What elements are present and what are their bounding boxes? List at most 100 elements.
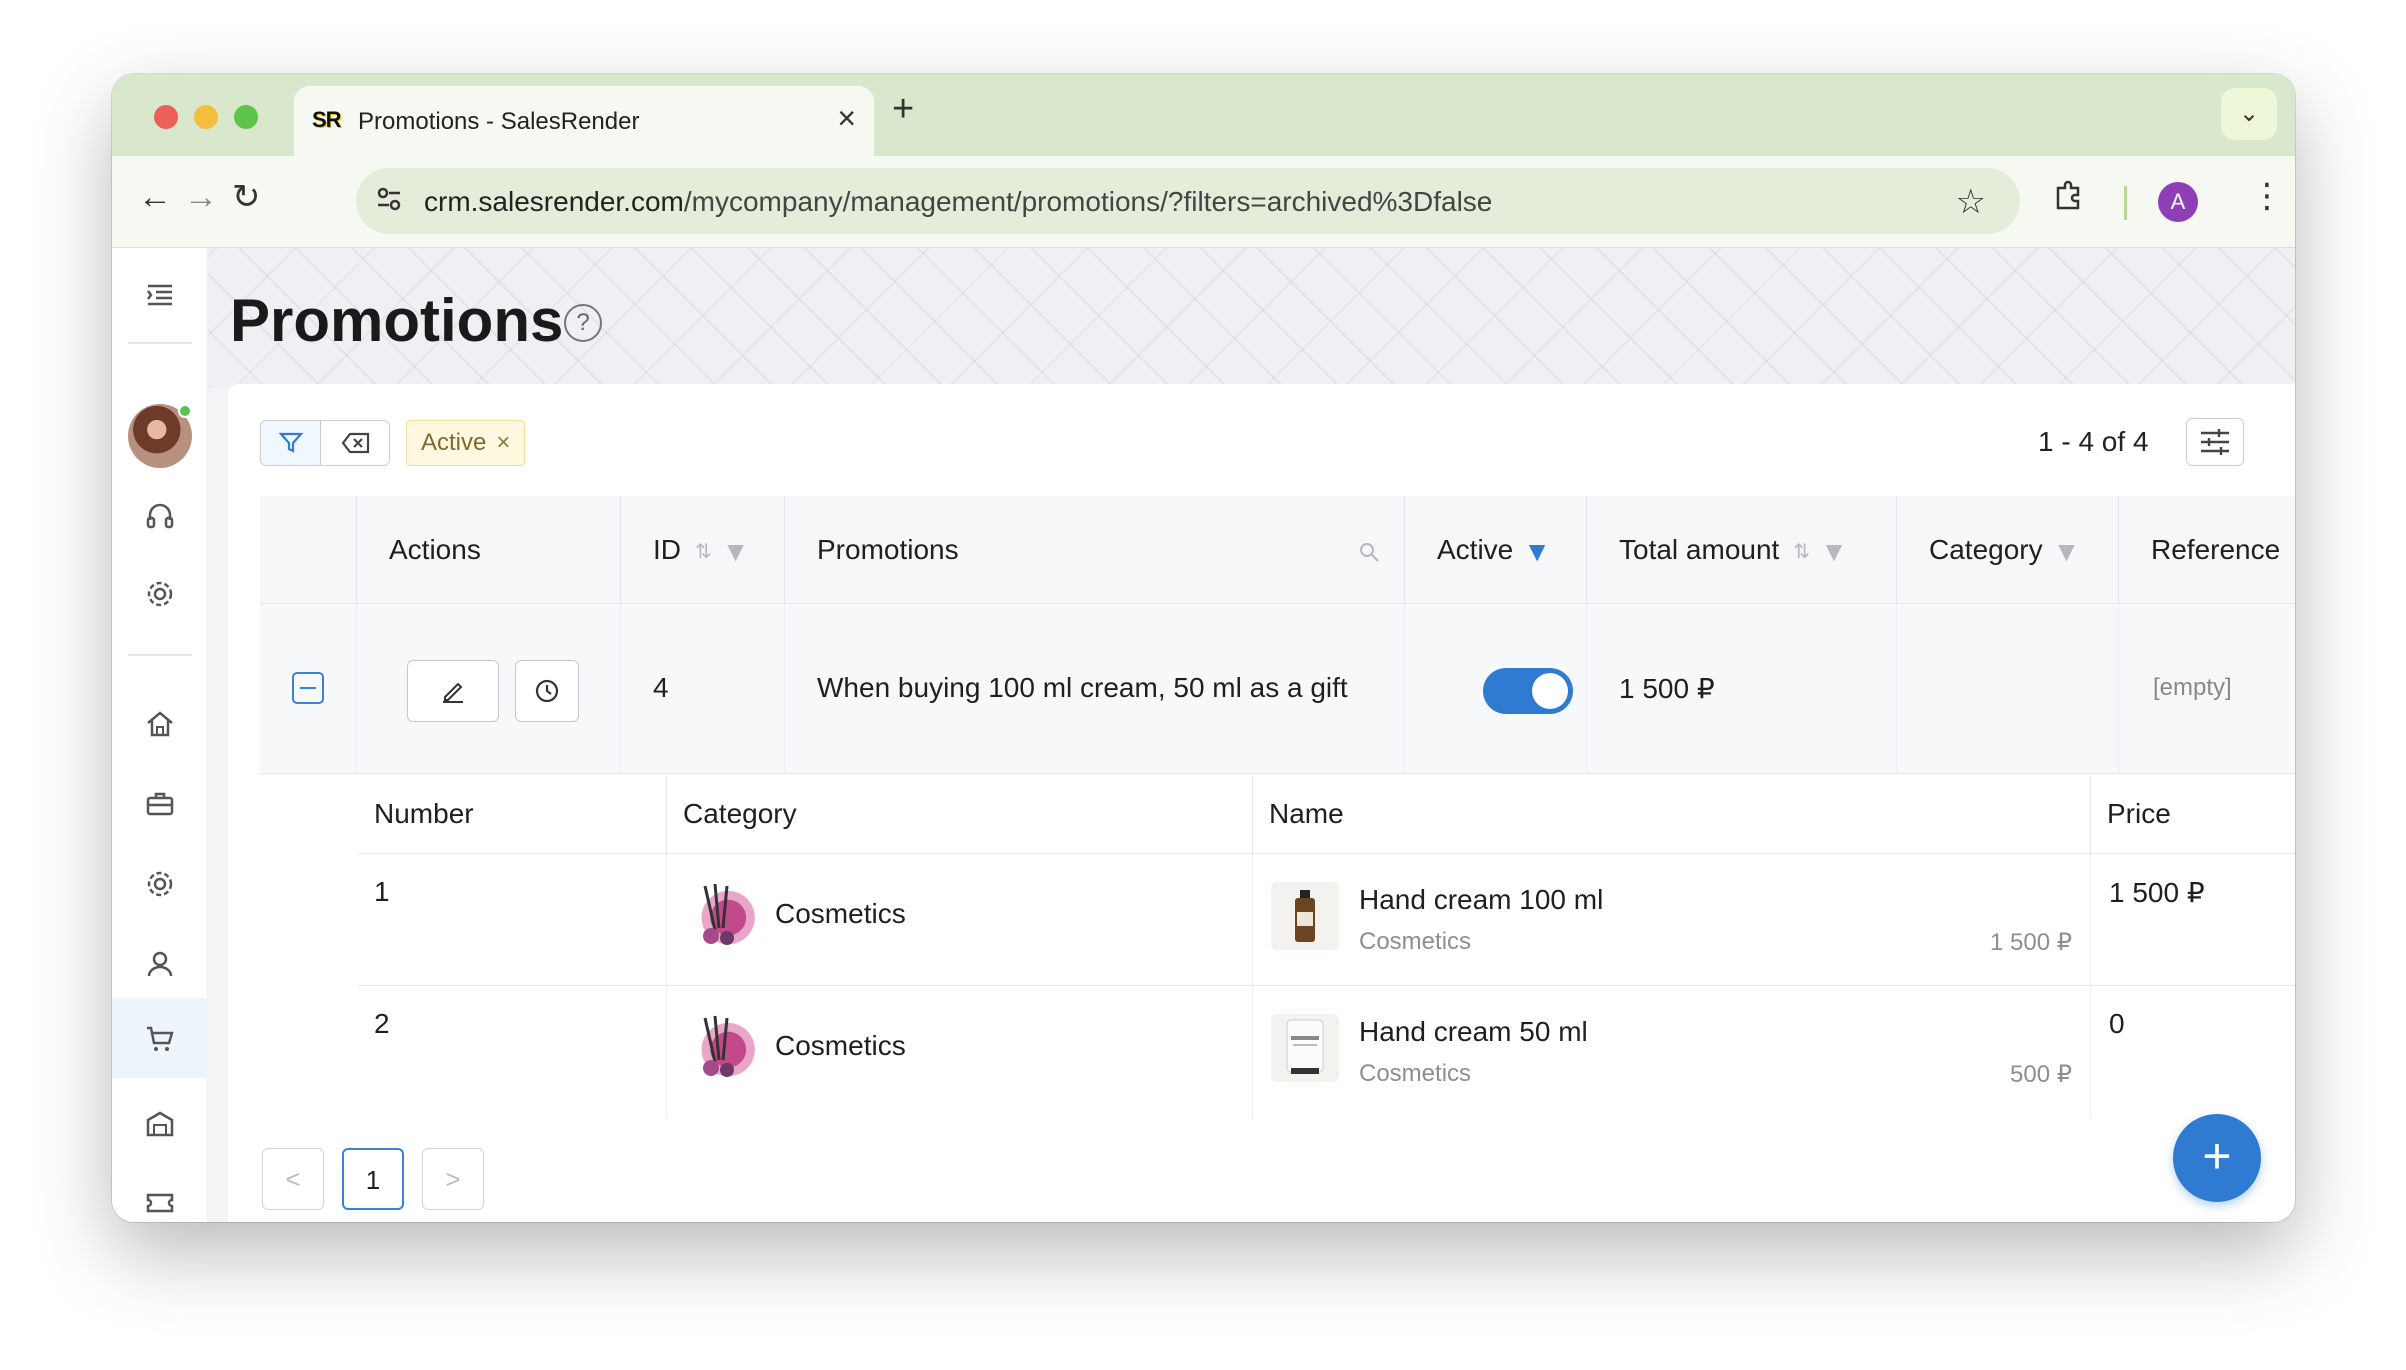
online-status-dot [178, 404, 192, 418]
tab-list-chevron-icon[interactable]: ⌄ [2221, 88, 2277, 140]
browser-tab[interactable]: SR Promotions - SalesRender × [294, 86, 874, 156]
search-icon[interactable] [1358, 496, 1380, 604]
hand-cream-100-image [1271, 882, 1339, 950]
th-actions: Actions [356, 496, 620, 604]
history-icon [535, 679, 559, 703]
briefcase-icon[interactable] [112, 770, 208, 836]
sort-icon[interactable]: ⇅ [695, 498, 712, 606]
total-amount-cell: 1 500 ₽ [1586, 604, 1896, 774]
item-name: Hand cream 100 ml [1359, 884, 1604, 915]
item-row: 1 Cosmetics Hand cream 100 ml Cosmetics … [358, 853, 2295, 986]
th-active[interactable]: Active ▼ [1404, 496, 1586, 604]
browser-menu-icon[interactable]: ⋮ [2250, 176, 2284, 216]
item-name-category: Cosmetics [1359, 1060, 1472, 1087]
sort-icon[interactable]: ⇅ [1793, 498, 1810, 606]
add-promotion-button[interactable]: + [2173, 1114, 2261, 1202]
cart-icon[interactable] [112, 998, 208, 1078]
bookmark-star-icon[interactable]: ☆ [1956, 182, 1986, 222]
item-category: Cosmetics [775, 1030, 906, 1061]
back-arrow-icon[interactable]: ← [138, 180, 172, 214]
promotions-panel: Active × 1 - 4 of 4 Actions ID ⇅ ▼ Promotio… [228, 384, 2295, 1222]
th-category[interactable]: Category ▼ [1896, 496, 2118, 604]
gear-icon[interactable] [112, 560, 208, 626]
cosmetics-category-image [685, 878, 757, 950]
browser-toolbar: ← → ↻ crm.salesrender.com/mycompany/mana… [112, 156, 2295, 248]
active-filter-chip[interactable]: Active × [406, 420, 526, 466]
filter-button-group [260, 420, 390, 466]
tab-close-icon[interactable]: × [837, 102, 856, 134]
user-avatar[interactable] [128, 404, 192, 468]
extensions-puzzle-icon[interactable] [2052, 178, 2086, 221]
page-title: Promotions [230, 287, 564, 354]
promotion-id: 4 [653, 672, 669, 703]
page-1-button[interactable]: 1 [342, 1148, 404, 1210]
home-icon[interactable] [112, 690, 208, 756]
clear-filters-button[interactable] [322, 421, 390, 465]
address-bar[interactable]: crm.salesrender.com/mycompany/management… [356, 168, 2020, 234]
id-cell: 4 [620, 604, 784, 774]
item-price: 0 [2109, 1008, 2125, 1039]
item-number-cell: 2 [358, 986, 666, 1118]
reference-value: [empty] [2153, 674, 2232, 701]
active-toggle[interactable] [1483, 668, 1573, 714]
th-promotions[interactable]: Promotions [784, 496, 1404, 604]
item-name-cell: Hand cream 100 ml Cosmetics 1 500 ₽ [1252, 854, 2090, 986]
th-id-label: ID [653, 534, 681, 565]
prev-page-button[interactable]: < [262, 1148, 324, 1210]
reference-cell: [empty] [2118, 604, 2295, 774]
settings-gear-icon[interactable] [112, 850, 208, 916]
th-reference: Reference [2118, 496, 2295, 604]
item-category: Cosmetics [775, 898, 906, 929]
filter-button[interactable] [261, 421, 321, 465]
th-id[interactable]: ID ⇅ ▼ [620, 496, 784, 604]
th-category-label: Category [1929, 534, 2043, 565]
hand-cream-50-image [1271, 1014, 1339, 1082]
browser-titlebar: SR Promotions - SalesRender × + ⌄ [112, 74, 2295, 156]
active-filter-icon[interactable]: ▼ [1523, 498, 1551, 606]
funnel-icon [278, 432, 303, 453]
chip-label: Active [421, 429, 487, 456]
headset-icon[interactable] [112, 482, 208, 548]
toggle-knob [1532, 673, 1568, 709]
history-button[interactable] [515, 660, 579, 722]
sliders-icon [2201, 429, 2229, 455]
minimize-window-button[interactable] [194, 105, 218, 129]
sub-th-name: Name [1252, 775, 2090, 853]
user-icon[interactable] [112, 930, 208, 996]
sub-th-price: Price [2090, 775, 2295, 853]
clear-filter-icon [341, 432, 370, 454]
new-tab-icon[interactable]: + [892, 90, 914, 128]
th-active-label: Active [1437, 534, 1514, 565]
collapse-row-button[interactable] [292, 672, 324, 704]
page-content: Promotions ? Active × 1 - 4 of 4 Actions… [112, 248, 2295, 1222]
chip-close-icon[interactable]: × [496, 429, 510, 456]
reload-icon[interactable]: ↻ [232, 180, 261, 214]
item-name-price: 500 ₽ [2010, 1061, 2072, 1088]
help-icon[interactable]: ? [564, 304, 602, 342]
ticket-icon[interactable] [112, 1168, 208, 1222]
site-settings-icon[interactable] [374, 184, 408, 218]
cosmetics-category-image [685, 1010, 757, 1082]
results-counter: 1 - 4 of 4 [2038, 426, 2149, 457]
menu-toggle-icon[interactable] [112, 260, 208, 326]
filter-icon[interactable]: ▼ [1820, 498, 1848, 606]
category-cell [1896, 604, 2118, 774]
maximize-window-button[interactable] [234, 105, 258, 129]
forward-arrow-icon[interactable]: → [184, 180, 218, 214]
edit-button[interactable] [407, 660, 499, 722]
warehouse-icon[interactable] [112, 1090, 208, 1156]
th-total-amount[interactable]: Total amount ⇅ ▼ [1586, 496, 1896, 604]
table-header: Actions ID ⇅ ▼ Promotions Active ▼ Total… [260, 496, 2295, 604]
salesrender-favicon-icon: SR [312, 107, 342, 132]
profile-avatar[interactable]: A [2158, 182, 2198, 222]
filter-icon[interactable]: ▼ [722, 498, 750, 606]
filter-icon[interactable]: ▼ [2053, 498, 2081, 606]
item-row: 2 Cosmetics Hand cream 50 ml Cosmetics 5… [358, 985, 2295, 1118]
promotion-cell: When buying 100 ml cream, 50 ml as a gif… [784, 604, 1404, 774]
close-window-button[interactable] [154, 105, 178, 129]
table-settings-button[interactable] [2186, 418, 2244, 466]
browser-window: SR Promotions - SalesRender × + ⌄ ← → ↻ … [112, 74, 2295, 1222]
sub-th-category: Category [666, 775, 1252, 853]
next-page-button[interactable]: > [422, 1148, 484, 1210]
sub-th-number: Number [374, 798, 474, 829]
